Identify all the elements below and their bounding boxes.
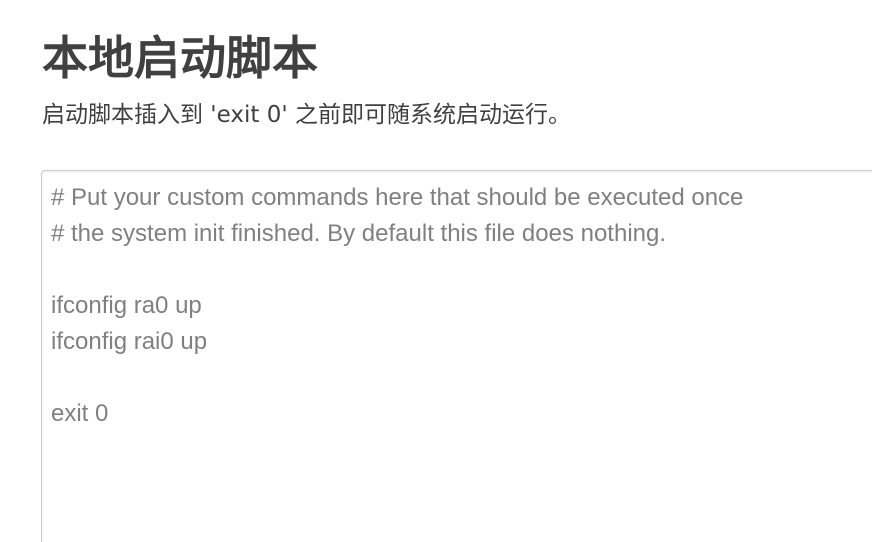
page: 本地启动脚本 启动脚本插入到 'exit 0' 之前即可随系统启动运行。 # P…	[0, 0, 872, 542]
startup-script-editor[interactable]: # Put your custom commands here that sho…	[41, 170, 872, 542]
page-title: 本地启动脚本	[42, 31, 318, 85]
page-description: 启动脚本插入到 'exit 0' 之前即可随系统启动运行。	[42, 102, 571, 128]
